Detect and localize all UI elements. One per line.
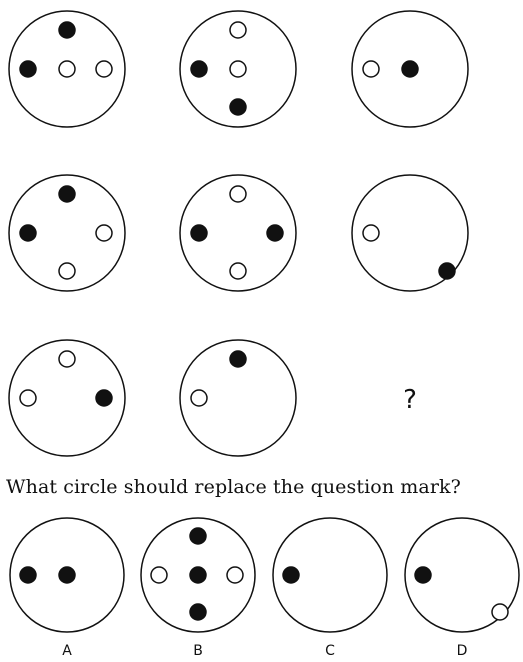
grid-r1-c1-dot-center-empty — [58, 60, 76, 78]
option-d-dot-bottom-right-empty — [491, 603, 509, 621]
grid-r1-c1-dot-left-filled — [19, 60, 37, 78]
option-c-dot-left-filled — [282, 566, 300, 584]
grid-r1-c3-dot-left-empty — [362, 60, 380, 78]
option-d-dot-left-filled — [414, 566, 432, 584]
grid-r2-c1-dot-left-filled — [19, 224, 37, 242]
option-c-label[interactable]: C — [325, 643, 335, 659]
grid-r3-c2-dot-top-filled — [229, 350, 247, 368]
grid-r2-c2-dot-bottom-empty — [229, 262, 247, 280]
option-d-label[interactable]: D — [457, 643, 468, 659]
grid-r2-c1-dot-bottom-empty — [58, 262, 76, 280]
grid-r3-c1-dot-top-empty — [58, 350, 76, 368]
grid-r1-c2-dot-bottom-filled — [229, 98, 247, 116]
option-b-dot-center-filled — [189, 566, 207, 584]
option-b-dot-left-empty — [150, 566, 168, 584]
grid-r1-c2-dot-center-empty — [229, 60, 247, 78]
question-text: What circle should replace the question … — [6, 476, 461, 498]
grid-r2-c2-dot-right-filled — [266, 224, 284, 242]
grid-r2-c2-dot-top-empty — [229, 185, 247, 203]
grid-r2-c3-dot-left-empty — [362, 224, 380, 242]
grid-r1-c2-dot-top-empty — [229, 21, 247, 39]
option-a-dot-center-filled — [58, 566, 76, 584]
option-b-label[interactable]: B — [193, 643, 203, 659]
grid-r1-c1-dot-top-filled — [58, 21, 76, 39]
grid-r3-c1-dot-left-empty — [19, 389, 37, 407]
option-b-dot-bottom-filled — [189, 603, 207, 621]
option-b-dot-top-filled — [189, 527, 207, 545]
option-a-dot-left-filled — [19, 566, 37, 584]
grid-r1-c1-dot-right-empty — [95, 60, 113, 78]
grid-r2-c1-dot-right-empty — [95, 224, 113, 242]
grid-r3-c1-dot-right-filled — [95, 389, 113, 407]
grid-r2-c3-dot-bottom-right-filled — [438, 262, 456, 280]
grid-r1-c2-dot-left-filled — [190, 60, 208, 78]
puzzle-figure: ? A B C D — [8, 10, 520, 659]
grid-r3-c2-dot-left-empty — [190, 389, 208, 407]
option-b-dot-right-empty — [226, 566, 244, 584]
grid-r2-c2-dot-left-filled — [190, 224, 208, 242]
grid-r1-c3-dot-center-filled — [401, 60, 419, 78]
grid-r2-c1-dot-top-filled — [58, 185, 76, 203]
option-a-label[interactable]: A — [62, 643, 72, 659]
question-mark: ? — [403, 385, 417, 415]
